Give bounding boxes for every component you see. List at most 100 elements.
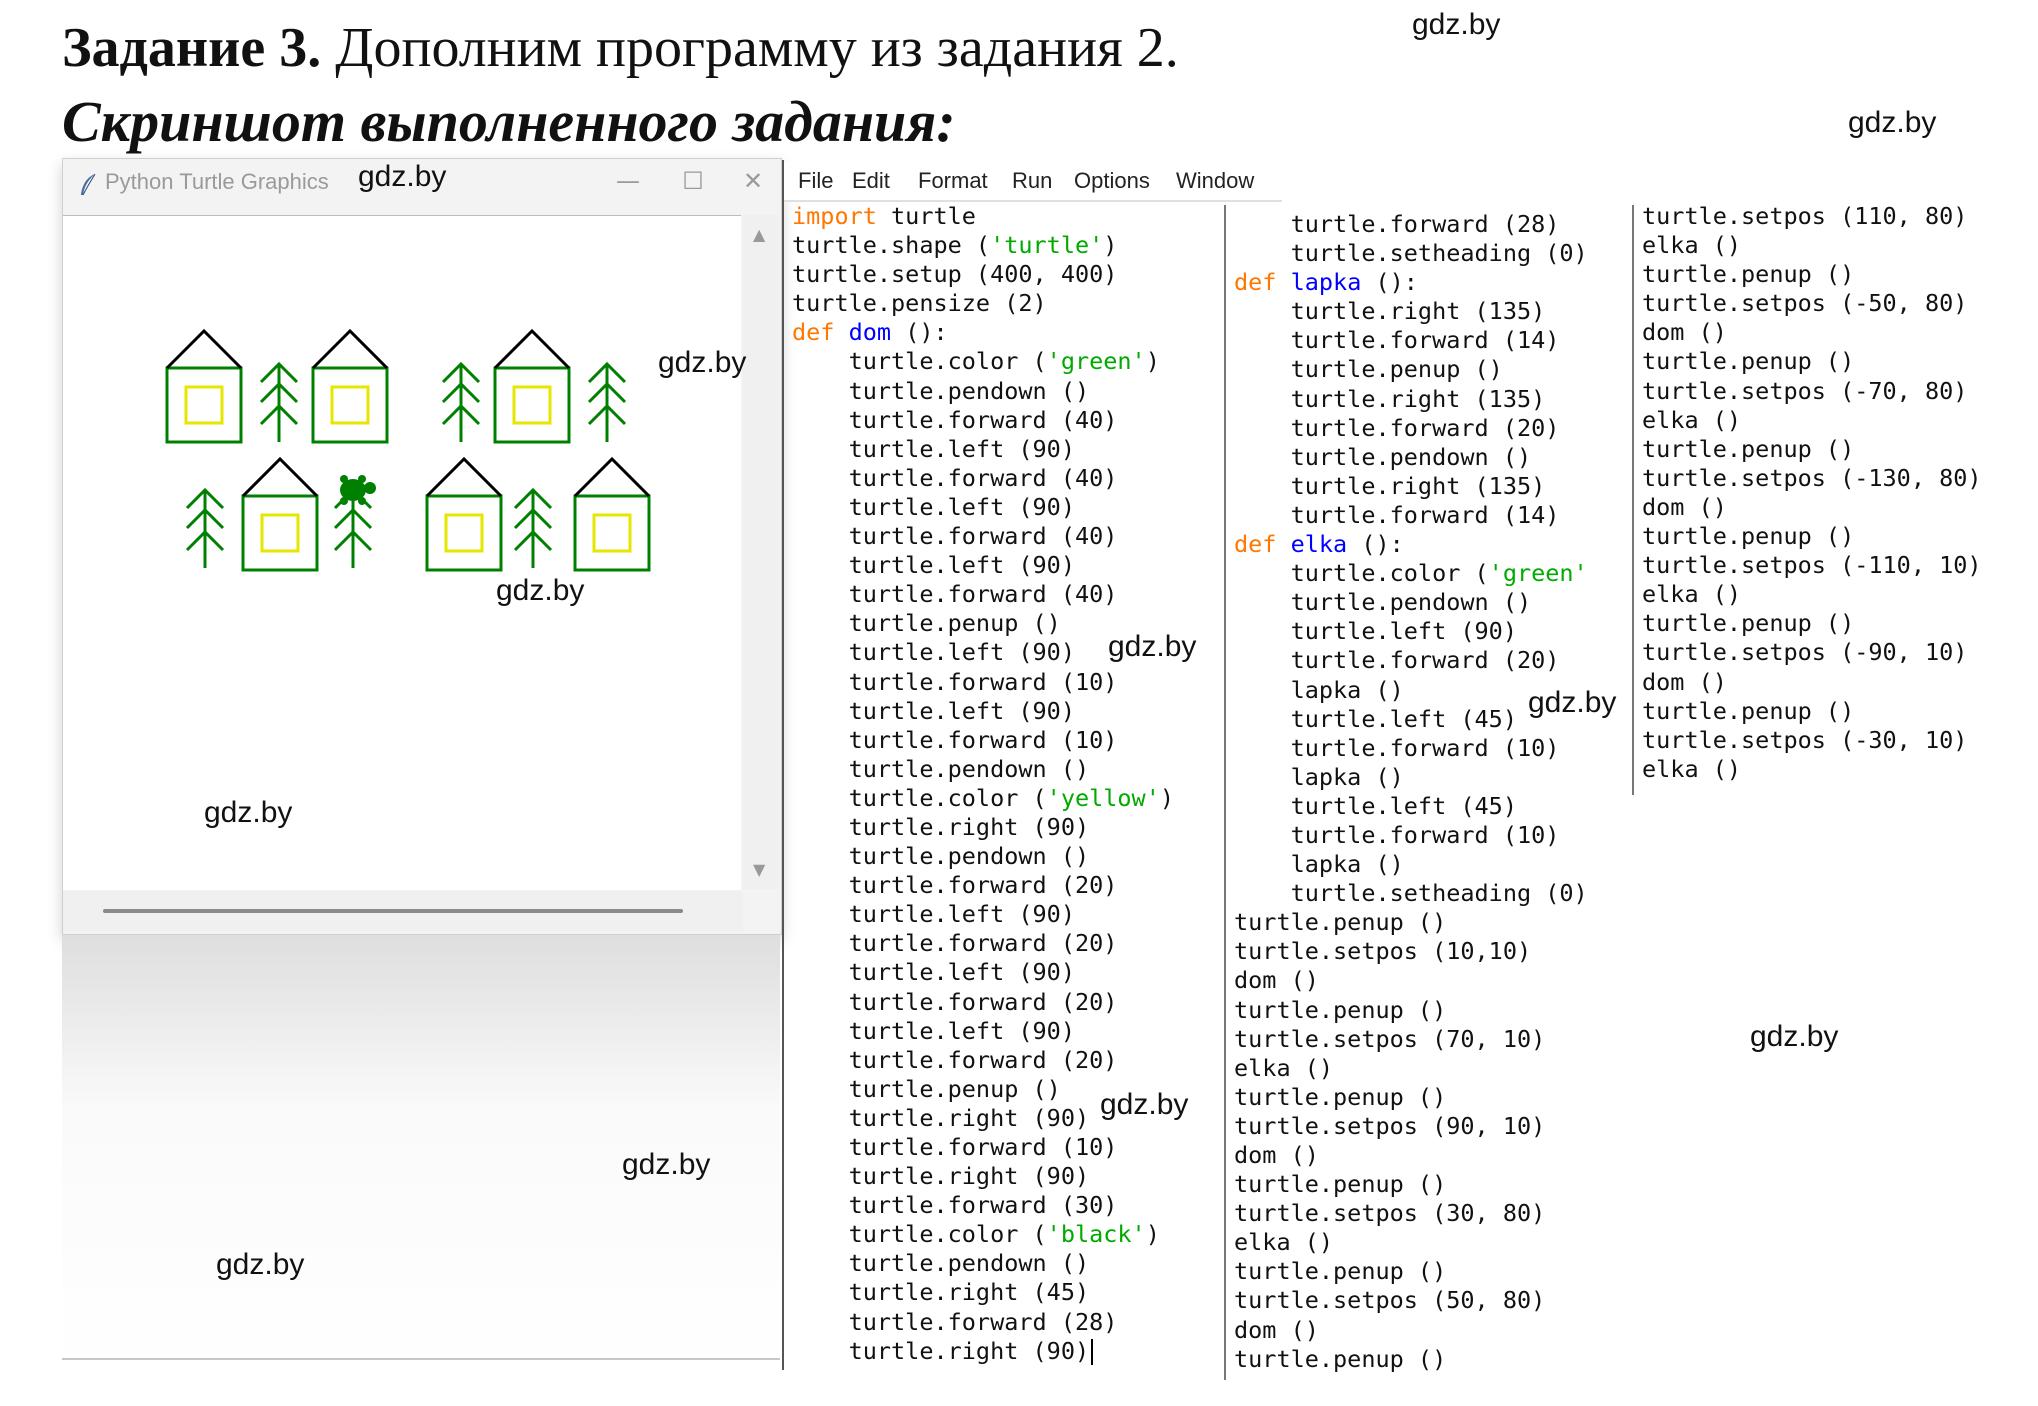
house-roof bbox=[311, 328, 389, 370]
code-line: def dom (): bbox=[792, 318, 948, 347]
house-roof bbox=[573, 456, 651, 498]
code-line: import turtle bbox=[792, 202, 976, 230]
code-line: turtle.left (90) bbox=[792, 434, 1075, 463]
code-line: turtle.forward (40) bbox=[792, 405, 1118, 434]
code-line: turtle.forward (20) bbox=[1234, 646, 1560, 675]
house-window bbox=[512, 385, 552, 425]
code-line: turtle.forward (10) bbox=[1234, 820, 1560, 849]
code-line: turtle.forward (40) bbox=[792, 522, 1118, 551]
task-subtitle: Скриншот выполненного задания: bbox=[62, 89, 956, 154]
close-button[interactable]: ✕ bbox=[733, 167, 773, 195]
menu-file[interactable]: File bbox=[798, 168, 833, 194]
vertical-scrollbar[interactable]: ▲ ▼ bbox=[743, 215, 779, 889]
house-roof bbox=[493, 328, 571, 370]
code-line: turtle.left (90) bbox=[792, 696, 1075, 725]
code-line: turtle.forward (28) bbox=[792, 1307, 1118, 1336]
code-line: turtle.penup () bbox=[1234, 355, 1503, 384]
task-title: Задание 3. Дополним программу из задания… bbox=[62, 17, 1179, 79]
code-line: turtle.pendown () bbox=[792, 842, 1090, 871]
code-line: turtle.penup () bbox=[1234, 1257, 1447, 1286]
code-line: turtle.color ('green') bbox=[792, 347, 1160, 376]
code-line: turtle.forward (40) bbox=[792, 463, 1118, 492]
watermark: gdz.by bbox=[622, 1148, 711, 1181]
code-line: turtle.forward (10) bbox=[792, 725, 1118, 754]
code-line: turtle.forward (20) bbox=[792, 871, 1118, 900]
code-line: lapka () bbox=[1234, 850, 1404, 879]
code-line: turtle.forward (40) bbox=[792, 580, 1118, 609]
code-line: elka () bbox=[1234, 1228, 1334, 1257]
code-line: turtle.left (90) bbox=[792, 551, 1075, 580]
code-line: turtle.setpos (30, 80) bbox=[1234, 1199, 1546, 1228]
house-body bbox=[573, 494, 651, 572]
menu-window[interactable]: Window bbox=[1176, 168, 1254, 194]
watermark: gdz.by bbox=[496, 574, 585, 607]
watermark: gdz.by bbox=[1412, 8, 1501, 41]
code-line: def elka (): bbox=[1234, 530, 1404, 559]
code-line: turtle.setheading (0) bbox=[1234, 239, 1588, 268]
code-line: turtle.setpos (-130, 80) bbox=[1642, 463, 1982, 492]
house-window bbox=[330, 385, 370, 425]
scroll-up-arrow-icon[interactable]: ▲ bbox=[753, 225, 765, 244]
scroll-down-arrow-icon[interactable]: ▼ bbox=[753, 860, 765, 879]
watermark: gdz.by bbox=[216, 1248, 305, 1281]
code-line: elka () bbox=[1642, 231, 1742, 260]
code-line: dom () bbox=[1234, 1315, 1319, 1344]
code-line: turtle.setpos (-110, 10) bbox=[1642, 551, 1982, 580]
feather-icon bbox=[81, 173, 96, 196]
code-line: turtle.pendown () bbox=[792, 376, 1090, 405]
code-line: turtle.penup () bbox=[1642, 434, 1855, 463]
house-window bbox=[444, 513, 484, 553]
code-line: turtle.left (90) bbox=[792, 958, 1075, 987]
code-line: turtle.penup () bbox=[1234, 1082, 1447, 1111]
code-line: turtle.left (90) bbox=[792, 900, 1075, 929]
code-line: turtle.setup (400, 400) bbox=[792, 260, 1118, 289]
house-roof bbox=[425, 456, 503, 498]
code-line: turtle.penup () bbox=[1642, 609, 1855, 638]
turtle-head bbox=[364, 482, 376, 494]
watermark: gdz.by bbox=[1100, 1088, 1189, 1121]
watermark: gdz.by bbox=[658, 346, 747, 379]
menu-format[interactable]: Format bbox=[918, 168, 988, 194]
turtle-leg bbox=[340, 475, 348, 483]
code-line: turtle.right (45) bbox=[792, 1278, 1090, 1307]
code-line: turtle.setpos (-50, 80) bbox=[1642, 289, 1968, 318]
code-line: turtle.forward (10) bbox=[1234, 733, 1560, 762]
code-line: turtle.forward (30) bbox=[792, 1191, 1118, 1220]
menu-edit[interactable]: Edit bbox=[852, 168, 890, 194]
code-line: turtle.forward (20) bbox=[792, 929, 1118, 958]
turtle-drawing bbox=[165, 328, 651, 572]
code-line: turtle.setpos (90, 10) bbox=[1234, 1111, 1546, 1140]
code-line: turtle.forward (10) bbox=[792, 1133, 1118, 1161]
menu-run[interactable]: Run bbox=[1012, 168, 1052, 194]
horizontal-scrollbar[interactable] bbox=[63, 891, 743, 931]
editor-menubar: File Edit Format Run Options Window bbox=[782, 162, 1282, 200]
code-line: turtle.setheading (0) bbox=[1234, 879, 1588, 908]
code-line: turtle.penup () bbox=[1642, 347, 1855, 376]
code-line: def lapka (): bbox=[1234, 268, 1418, 297]
code-line: turtle.setpos (-90, 10) bbox=[1642, 638, 1968, 667]
code-line: turtle.setpos (50, 80) bbox=[1234, 1286, 1546, 1315]
code-line: elka () bbox=[1642, 754, 1742, 783]
menu-options[interactable]: Options bbox=[1074, 168, 1150, 194]
window-bottom-edge bbox=[62, 1358, 780, 1360]
watermark: gdz.by bbox=[1750, 1020, 1839, 1053]
horizontal-scroll-thumb[interactable] bbox=[103, 909, 683, 913]
turtle-canvas bbox=[63, 215, 741, 890]
code-column-3[interactable]: turtle.setpos (110, 80) elka () turtle.pen… bbox=[1642, 202, 1982, 784]
code-column-1[interactable]: import turtle turtle.shape ('turtle') turt… bbox=[792, 202, 1174, 1366]
code-line: turtle.forward (20) bbox=[792, 1045, 1118, 1074]
code-line: turtle.left (90) bbox=[792, 1016, 1075, 1045]
code-line: lapka () bbox=[1234, 762, 1404, 791]
maximize-button[interactable]: ☐ bbox=[673, 167, 713, 195]
code-line: turtle.left (45) bbox=[1234, 791, 1517, 820]
code-line: turtle.setpos (70, 10) bbox=[1234, 1024, 1546, 1053]
house-body bbox=[493, 366, 571, 444]
code-line: turtle.pendown () bbox=[1234, 442, 1532, 471]
code-line: dom () bbox=[1234, 966, 1319, 995]
code-line: turtle.penup () bbox=[1642, 522, 1855, 551]
code-line: turtle.color ('green' bbox=[1234, 559, 1588, 588]
code-line: turtle.right (135) bbox=[1234, 471, 1546, 500]
code-column-2[interactable]: turtle.forward (28) turtle.setheading (0… bbox=[1234, 210, 1588, 1374]
code-line: turtle.forward (20) bbox=[792, 987, 1118, 1016]
minimize-button[interactable]: — bbox=[608, 167, 648, 195]
